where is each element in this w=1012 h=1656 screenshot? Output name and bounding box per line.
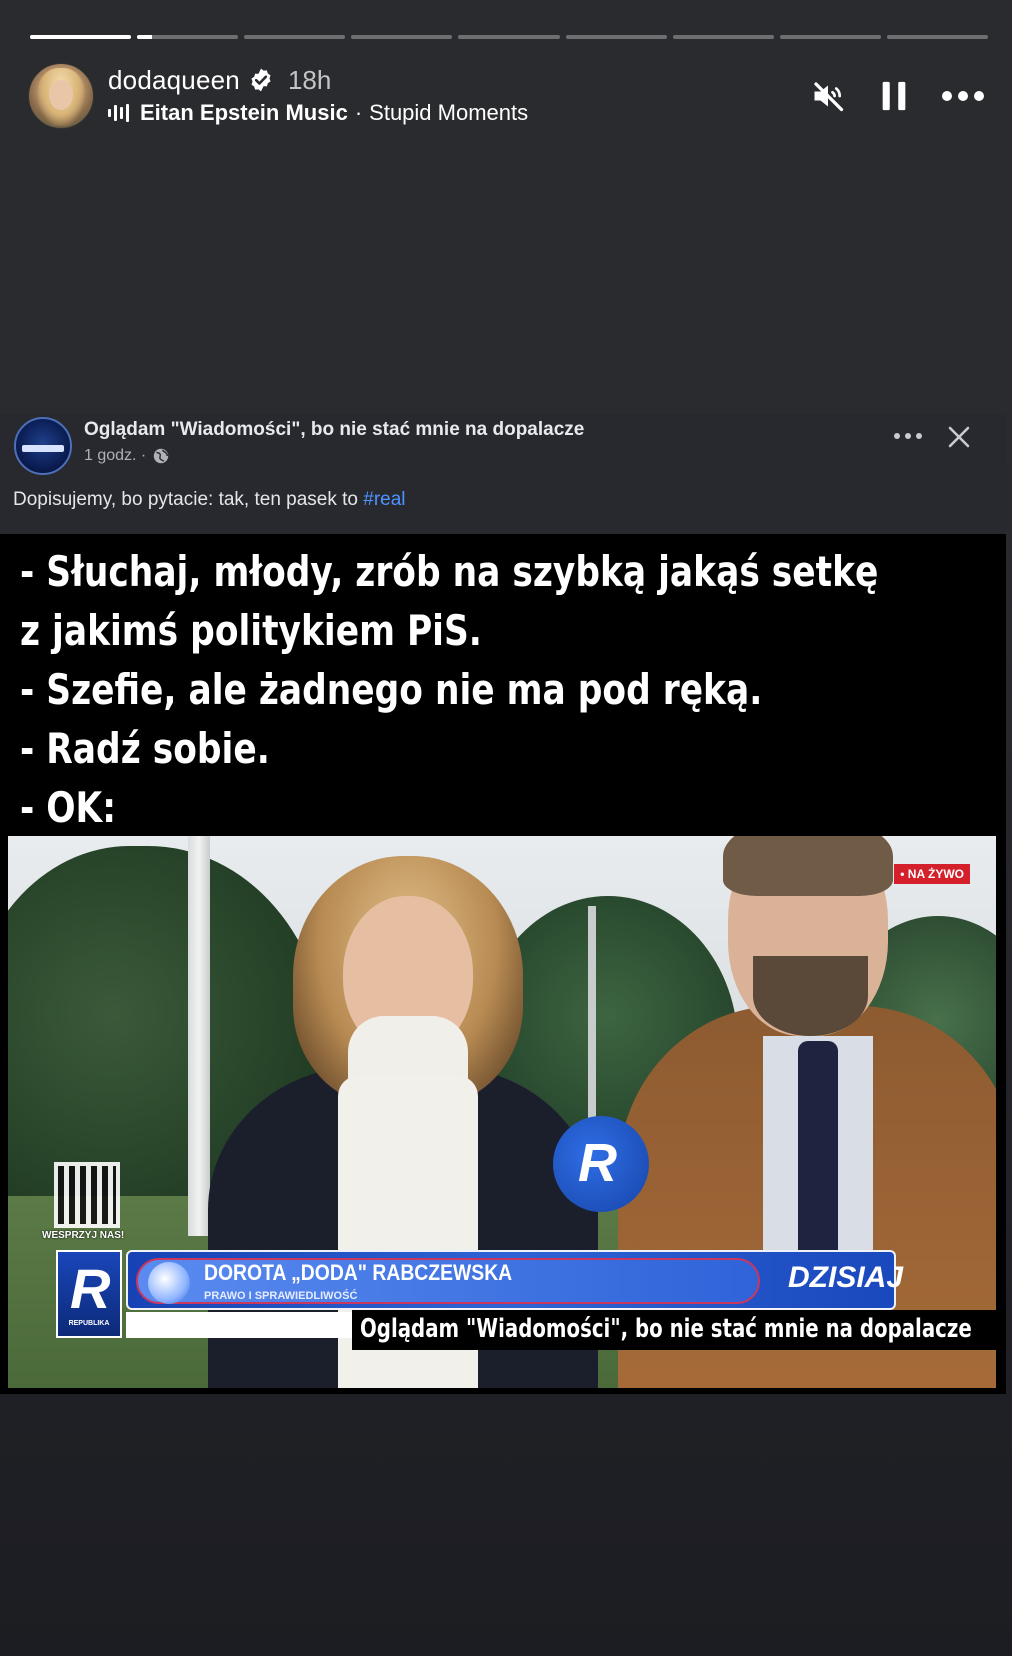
post-caption-text: Dopisujemy, bo pytacie: tak, ten pasek t…: [13, 489, 364, 510]
live-badge: • NA ŻYWO: [894, 864, 970, 884]
progress-segment: [779, 35, 881, 39]
lower-third-party: PRAWO I SPRAWIEDLIWOŚĆ: [204, 1290, 358, 1302]
hashtag-link[interactable]: #real: [363, 489, 405, 510]
qr-label: WESPRZYJ NAS!: [42, 1230, 125, 1241]
progress-segment: [886, 35, 988, 39]
channel-logo-name: REPUBLIKA: [68, 1320, 110, 1327]
post-time: 1 godz. ·: [84, 447, 170, 465]
pause-icon: [882, 81, 906, 111]
story-meta: dodaqueen 18h Eitan Epstein Music · Stup…: [108, 63, 528, 129]
page-name[interactable]: Oglądam "Wiadomości", bo nie stać mnie n…: [84, 419, 584, 441]
more-options-button[interactable]: [940, 76, 986, 116]
progress-segment: [137, 35, 239, 39]
username[interactable]: dodaqueen: [108, 65, 240, 96]
lower-third-orb: [148, 1262, 190, 1304]
music-separator: ·: [354, 100, 363, 125]
man-beard: [753, 956, 868, 1036]
flagpole: [188, 836, 210, 1236]
avatar-face: [49, 80, 73, 110]
story-time: 18h: [287, 64, 332, 95]
tv-screenshot: R • NA ŻYWO WESPRZYJ NAS! DOROTA „DODA" …: [8, 836, 996, 1388]
post-time-text: 1 godz. ·: [84, 447, 147, 464]
progress-segment: [565, 35, 667, 39]
verified-badge-icon: [251, 68, 271, 92]
mute-button[interactable]: [808, 76, 848, 116]
lower-third-today: DZISIAJ: [788, 1261, 904, 1294]
story-controls: [808, 76, 986, 116]
page-avatar-band: [22, 445, 64, 452]
page-avatar[interactable]: [14, 417, 72, 475]
progress-segment: [351, 35, 453, 39]
story-viewer: dodaqueen 18h Eitan Epstein Music · Stup…: [0, 0, 1012, 1656]
music-attribution[interactable]: Eitan Epstein Music · Stupid Moments: [108, 97, 528, 129]
post-more-icon[interactable]: [892, 428, 924, 444]
audio-bars-icon: [108, 103, 130, 123]
lower-third-white-strip: [126, 1312, 352, 1338]
lower-third-name: DOROTA „DODA" RABCZEWSKA: [204, 1260, 513, 1285]
meme-line: - Słuchaj, młody, zrób na szybką jakąś s…: [20, 547, 879, 596]
microphone-logo: R: [578, 1133, 617, 1193]
pause-button[interactable]: [874, 76, 914, 116]
muted-speaker-icon: [814, 82, 844, 112]
meme-line: - Radź sobie.: [20, 724, 270, 773]
meme-image: - Słuchaj, młody, zrób na szybką jakąś s…: [0, 534, 1006, 1394]
meme-text: - Słuchaj, młody, zrób na szybką jakąś s…: [20, 542, 878, 837]
meme-line: - Szefie, ale żadnego nie ma pod ręką.: [20, 665, 763, 714]
progress-segment: [672, 35, 774, 39]
avatar[interactable]: [28, 63, 94, 129]
man-hair: [723, 836, 893, 896]
music-song: Stupid Moments: [369, 100, 529, 125]
close-icon[interactable]: [946, 424, 972, 450]
globe-icon: [154, 448, 169, 464]
progress-segment: [30, 35, 132, 39]
channel-logo-letter: R: [70, 1257, 111, 1320]
qr-code: [54, 1162, 120, 1228]
story-header: dodaqueen 18h Eitan Epstein Music · Stup…: [28, 62, 986, 130]
facebook-post: Oglądam "Wiadomości", bo nie stać mnie n…: [0, 414, 1006, 534]
news-ticker-text: Oglądam "Wiadomości", bo nie stać mnie n…: [360, 1314, 972, 1344]
more-icon: [942, 91, 984, 101]
progress-fill: [30, 35, 132, 39]
meme-line: z jakimś politykiem PiS.: [20, 606, 482, 655]
progress-fill: [137, 35, 153, 39]
progress-segment: [458, 35, 560, 39]
post-caption: Dopisujemy, bo pytacie: tak, ten pasek t…: [13, 489, 406, 511]
story-meta-top: dodaqueen 18h: [108, 63, 528, 97]
music-artist: Eitan Epstein Music: [140, 100, 348, 125]
meme-line: - OK:: [20, 783, 117, 832]
story-progress: [30, 35, 988, 39]
progress-segment: [244, 35, 346, 39]
